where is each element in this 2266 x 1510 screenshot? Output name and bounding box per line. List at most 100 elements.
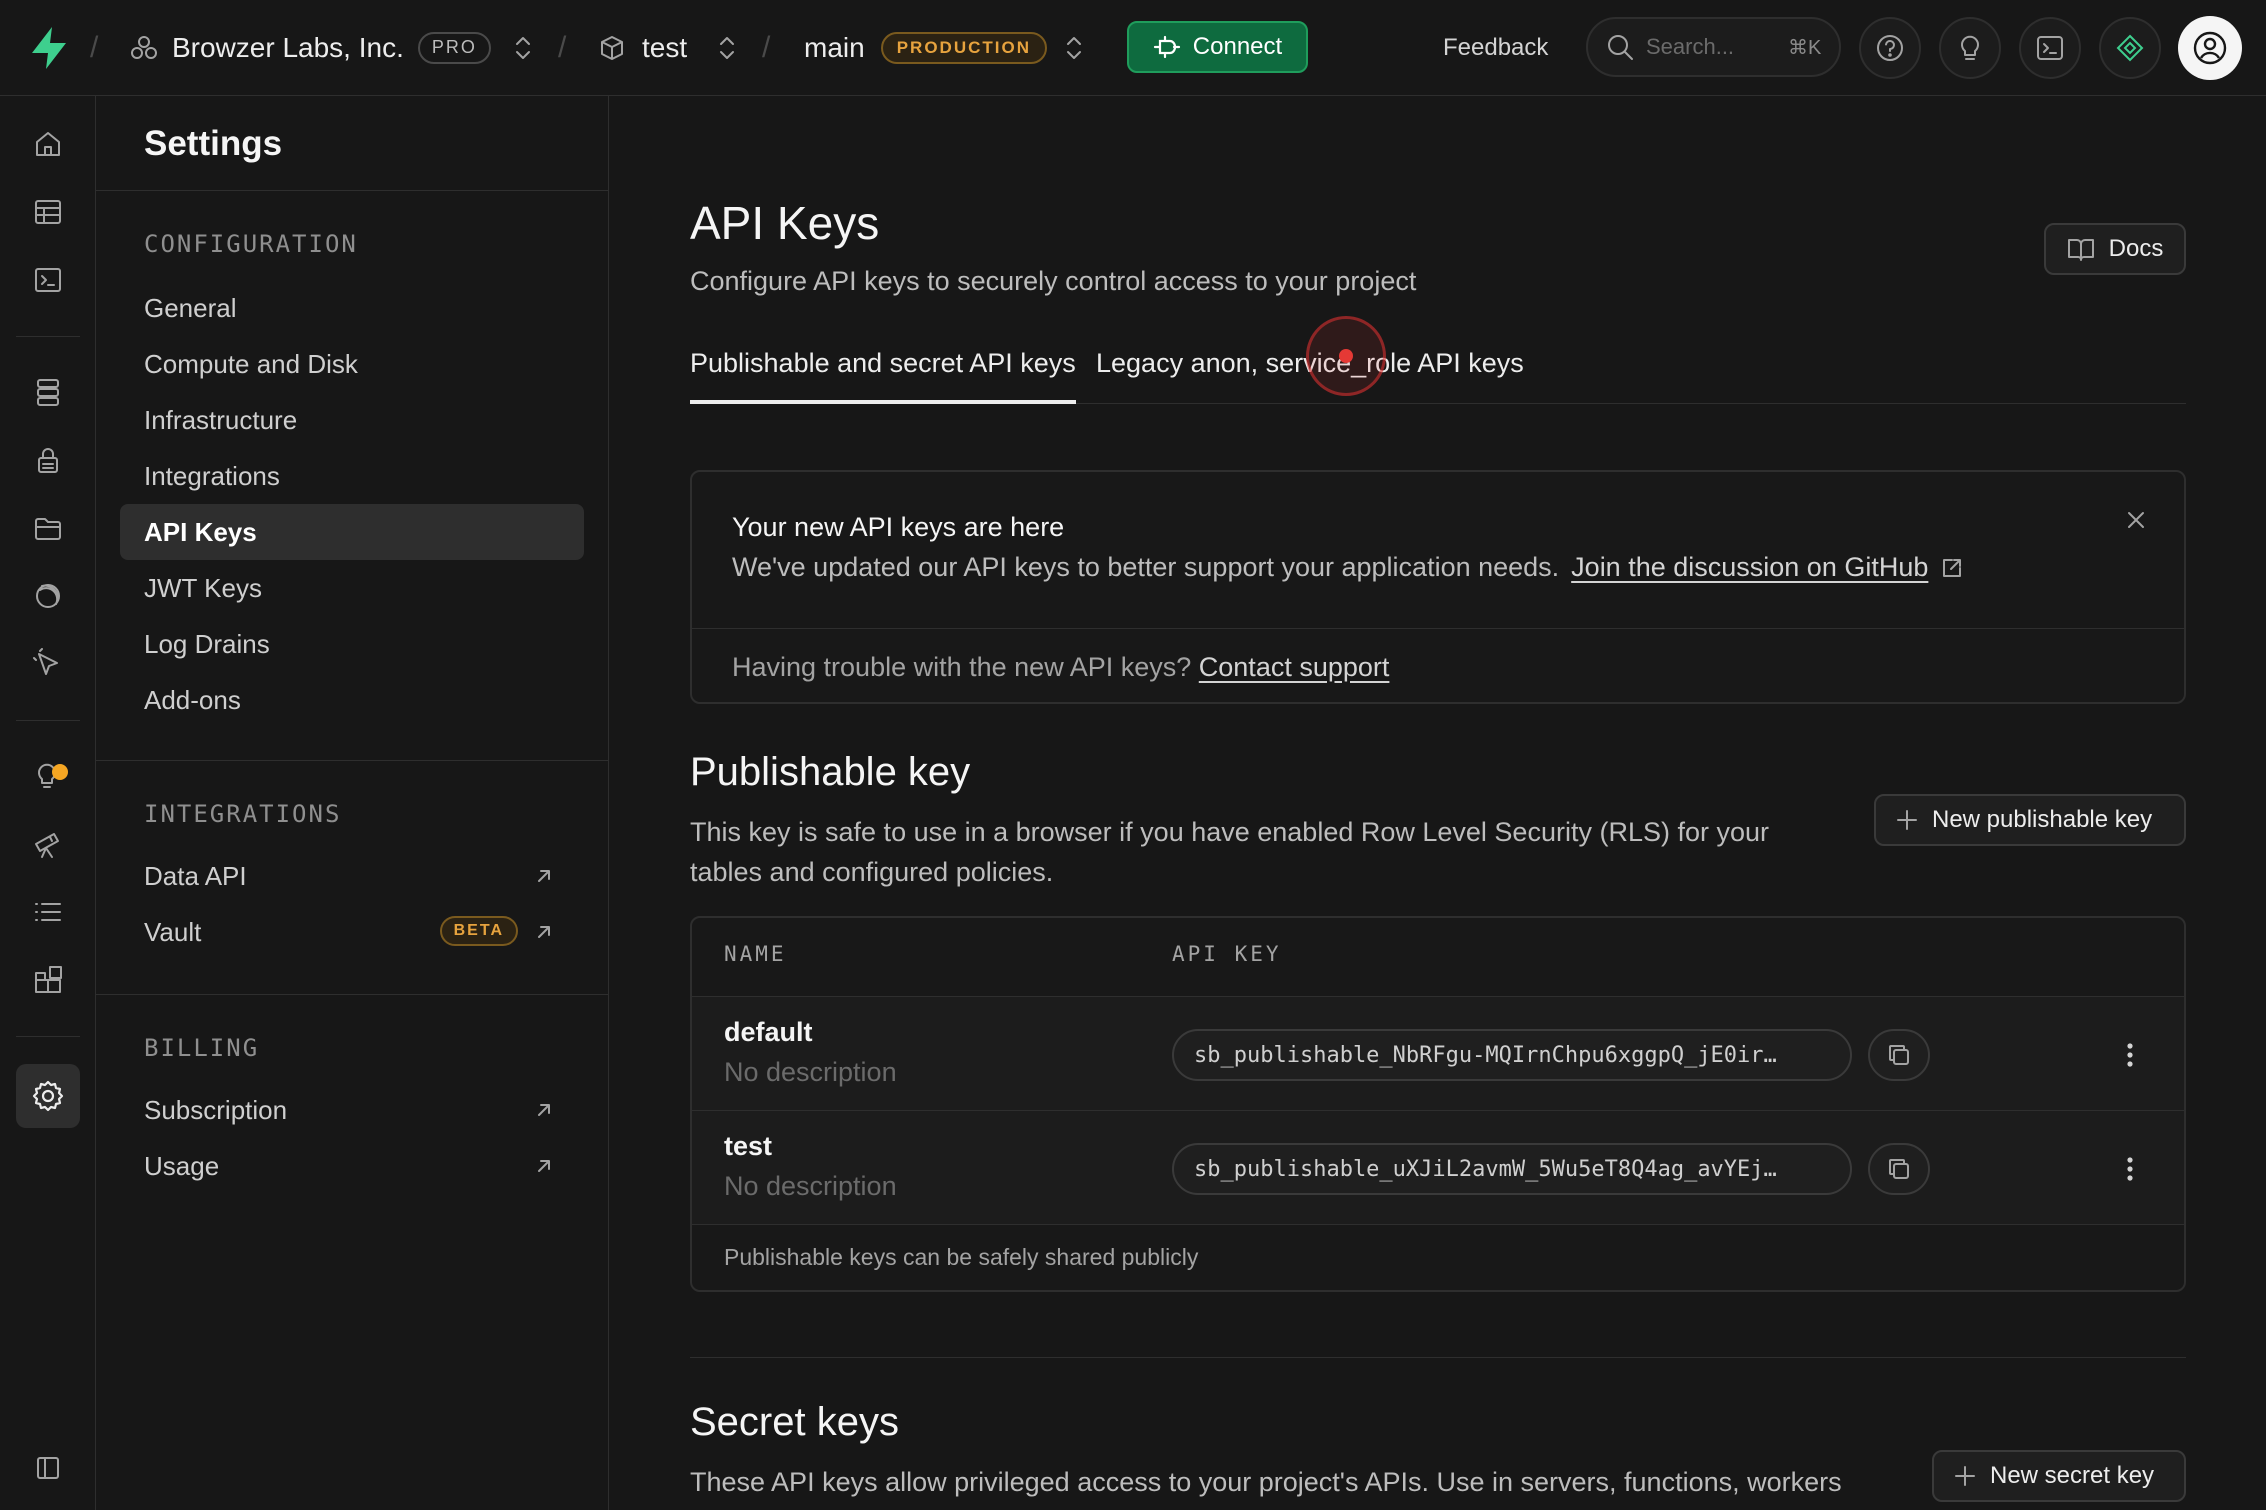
feedback-button[interactable]: Feedback bbox=[1443, 0, 1548, 95]
external-link-icon bbox=[538, 870, 550, 882]
sidebar-item-integrations[interactable]: Integrations bbox=[120, 448, 584, 504]
user-avatar[interactable] bbox=[2178, 16, 2242, 80]
row-actions-button[interactable] bbox=[2110, 1033, 2150, 1077]
table-editor-icon bbox=[35, 200, 61, 224]
logs-icon bbox=[35, 903, 61, 921]
description-line: This key is safe to use in a browser if … bbox=[690, 817, 1769, 847]
sidebar-item-compute-and-disk[interactable]: Compute and Disk bbox=[120, 336, 584, 392]
rail-database[interactable] bbox=[16, 360, 80, 424]
new-publishable-key-label: New publishable key bbox=[1932, 806, 2153, 833]
edge-functions-icon bbox=[36, 584, 60, 608]
sidebar-item-label: Vault bbox=[144, 916, 202, 947]
sidebar-item-usage[interactable]: Usage bbox=[120, 1138, 584, 1194]
search-bar[interactable]: ⌘K bbox=[1586, 17, 1841, 77]
plus-icon bbox=[1897, 810, 1917, 830]
copy-key-button[interactable] bbox=[1868, 1029, 1930, 1081]
plan-badge: PRO bbox=[417, 31, 491, 64]
copy-key-button[interactable] bbox=[1868, 1143, 1930, 1195]
rail-home[interactable] bbox=[16, 112, 80, 176]
org-icon bbox=[131, 35, 157, 59]
search-input[interactable] bbox=[1646, 34, 1776, 60]
new-secret-key-label: New secret key bbox=[1990, 1462, 2155, 1489]
rail-sql-editor[interactable] bbox=[16, 248, 80, 312]
rail-collapse[interactable] bbox=[16, 1436, 80, 1500]
close-icon bbox=[2128, 512, 2144, 528]
docs-button[interactable]: Docs bbox=[2044, 223, 2186, 275]
key-description: No description bbox=[724, 1171, 897, 1201]
sidebar-item-subscription[interactable]: Subscription bbox=[120, 1082, 584, 1138]
sql-editor-icon bbox=[35, 268, 61, 292]
rail-reports[interactable] bbox=[16, 812, 80, 876]
sidebar-item-general[interactable]: General bbox=[120, 280, 584, 336]
assistant-button[interactable] bbox=[2099, 17, 2161, 79]
cube-icon bbox=[601, 35, 623, 60]
docs-label: Docs bbox=[2108, 235, 2164, 262]
new-publishable-key-button[interactable]: New publishable key bbox=[1874, 794, 2186, 846]
secret-keys-title: Secret keys bbox=[690, 1400, 899, 1444]
rail-storage[interactable] bbox=[16, 496, 80, 560]
close-notice-button[interactable] bbox=[2126, 510, 2146, 530]
realtime-icon bbox=[33, 648, 58, 675]
plus-icon bbox=[1955, 1466, 1975, 1486]
notice-title: Your new API keys are here bbox=[732, 512, 1065, 542]
key-name: default bbox=[724, 1017, 813, 1047]
project-switcher[interactable]: test bbox=[598, 0, 687, 95]
rail-advisors[interactable] bbox=[16, 744, 80, 808]
sidebar-item-label: Usage bbox=[144, 1150, 220, 1181]
settings-icon bbox=[32, 1080, 64, 1112]
advisor-button[interactable] bbox=[1939, 17, 2001, 79]
org-switcher[interactable]: Browzer Labs, Inc. PRO bbox=[130, 0, 491, 95]
rail-settings[interactable] bbox=[16, 1064, 80, 1128]
help-button[interactable] bbox=[1859, 17, 1921, 79]
publishable-keys-table: NAME API KEY default No description sb_p… bbox=[690, 916, 2186, 1292]
project-name: test bbox=[642, 31, 688, 63]
project-chevron-icon[interactable] bbox=[716, 0, 738, 95]
help-icon bbox=[1877, 35, 1903, 61]
sidebar-item-add-ons[interactable]: Add-ons bbox=[120, 672, 584, 728]
tab-publishable-secret[interactable]: Publishable and secret API keys bbox=[690, 336, 1076, 404]
sidebar-item-jwt-keys[interactable]: JWT Keys bbox=[120, 560, 584, 616]
github-discussion-link[interactable]: Join the discussion on GitHub bbox=[1571, 552, 1928, 583]
user-icon bbox=[2193, 31, 2227, 65]
sidebar-item-infrastructure[interactable]: Infrastructure bbox=[120, 392, 584, 448]
rail-logs[interactable] bbox=[16, 880, 80, 944]
api-key-field[interactable]: sb_publishable_uXJiL2avmW_5Wu5eT8Q4ag_av… bbox=[1172, 1143, 1852, 1195]
rail-integrations[interactable] bbox=[16, 948, 80, 1012]
new-keys-notice: Your new API keys are here We've updated… bbox=[690, 470, 2186, 704]
key-name: test bbox=[724, 1131, 773, 1161]
row-actions-button[interactable] bbox=[2110, 1147, 2150, 1191]
branch-switcher[interactable]: main PRODUCTION bbox=[804, 0, 1047, 95]
connect-label: Connect bbox=[1192, 33, 1283, 60]
publishable-key-title: Publishable key bbox=[690, 750, 971, 794]
rail-edge-functions[interactable] bbox=[16, 564, 80, 628]
sidebar-item-vault[interactable]: Vault BETA bbox=[120, 904, 584, 960]
rail-realtime[interactable] bbox=[16, 632, 80, 696]
branch-chevron-icon[interactable] bbox=[1063, 0, 1085, 95]
home-icon bbox=[36, 132, 60, 156]
supabase-logo[interactable] bbox=[28, 0, 70, 95]
api-key-field[interactable]: sb_publishable_NbRFgu-MQIrnChpu6xggpQ_jE… bbox=[1172, 1029, 1852, 1081]
more-vertical-icon bbox=[2127, 1043, 2133, 1067]
rail-table-editor[interactable] bbox=[16, 180, 80, 244]
org-chevron-icon[interactable] bbox=[512, 0, 534, 95]
auth-icon bbox=[38, 448, 58, 473]
sidebar-item-log-drains[interactable]: Log Drains bbox=[120, 616, 584, 672]
contact-support-link[interactable]: Contact support bbox=[1199, 652, 1390, 682]
connect-button[interactable]: Connect bbox=[1127, 21, 1308, 73]
description-line: tables and configured policies. bbox=[690, 857, 1054, 887]
sidebar-divider bbox=[96, 190, 609, 191]
cursor-dot bbox=[1339, 349, 1353, 363]
key-description: No description bbox=[724, 1057, 897, 1087]
breadcrumb-separator: / bbox=[762, 30, 771, 64]
notice-body: We've updated our API keys to better sup… bbox=[732, 552, 1964, 583]
new-secret-key-button[interactable]: New secret key bbox=[1932, 1450, 2186, 1502]
sidebar-item-data-api[interactable]: Data API bbox=[120, 848, 584, 904]
rail-auth[interactable] bbox=[16, 428, 80, 492]
terminal-button[interactable] bbox=[2019, 17, 2081, 79]
top-bar: / Browzer Labs, Inc. PRO / test / main P… bbox=[0, 0, 2266, 96]
database-icon bbox=[37, 379, 59, 406]
table-footer-note: Publishable keys can be safely shared pu… bbox=[724, 1244, 1199, 1270]
rail-divider bbox=[16, 1036, 80, 1037]
sidebar-item-api-keys[interactable]: API Keys bbox=[120, 504, 584, 560]
notice-divider bbox=[692, 628, 2184, 629]
